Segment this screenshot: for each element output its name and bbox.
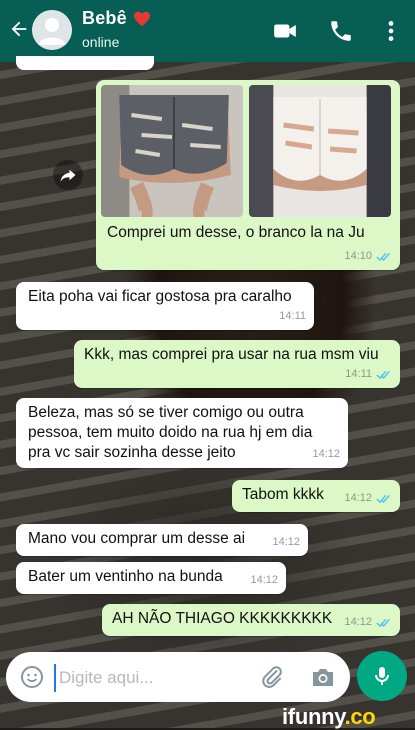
chat-header: Bebê online [0, 0, 415, 62]
more-menu-icon[interactable] [378, 18, 404, 44]
message-meta: 14:11 [345, 364, 392, 384]
message-meta: 14:12 [344, 488, 392, 508]
read-ticks-icon [376, 618, 390, 627]
message-text: Mano vou comprar um desse ai [28, 530, 246, 547]
message-text: Eita poha vai ficar gostosa pra caralho [28, 288, 292, 305]
attach-icon[interactable] [260, 665, 284, 689]
message-input[interactable] [54, 664, 251, 692]
message-bubble-incoming[interactable]: Mano vou comprar um desse ai 14:12 [16, 524, 308, 556]
message-text: Bater um ventinho na bunda [28, 568, 223, 585]
message-time: 14:12 [312, 448, 340, 460]
message-time: 14:10 [344, 250, 372, 262]
image-caption: Comprei um desse, o branco la na Ju [107, 224, 365, 241]
message-meta: 14:10 [344, 246, 392, 266]
read-ticks-icon [376, 370, 390, 379]
message-time: 14:12 [250, 574, 278, 586]
message-time: 14:12 [344, 616, 372, 628]
message-text: Kkk, mas comprei pra usar na rua msm viu [84, 346, 379, 363]
forward-icon[interactable] [53, 160, 83, 190]
message-bubble-incoming[interactable]: Bater um ventinho na bunda 14:12 [16, 562, 286, 594]
mic-button[interactable] [357, 651, 407, 701]
read-ticks-icon [376, 252, 390, 261]
image-pair[interactable] [101, 85, 391, 217]
message-composer [6, 652, 350, 702]
message-meta: 14:12 [312, 444, 340, 464]
message-bubble-incoming[interactable]: Beleza, mas só se tiver comigo ou outra … [16, 398, 348, 468]
message-bubble-image[interactable]: Comprei um desse, o branco la na Ju 14:1… [96, 80, 400, 270]
message-meta: 14:11 [279, 306, 306, 326]
emoji-icon[interactable] [20, 665, 44, 689]
message-bubble-outgoing[interactable]: AH NÃO THIAGO KKKKKKKKK 14:12 [102, 604, 400, 636]
contact-name-text: Bebê [82, 8, 127, 28]
back-arrow-icon[interactable] [8, 18, 30, 40]
watermark-suffix: .co [344, 704, 376, 729]
heart-icon [133, 11, 150, 27]
camera-icon[interactable] [310, 665, 336, 689]
watermark-brand: ifunny [282, 704, 345, 729]
denim-shorts-photo[interactable] [101, 85, 243, 217]
message-bubble-incoming[interactable]: Eita poha vai ficar gostosa pra caralho … [16, 282, 314, 330]
previous-message-stub [16, 56, 154, 70]
message-time: 14:12 [272, 536, 300, 548]
message-text: Beleza, mas só se tiver comigo ou outra … [28, 404, 313, 461]
message-time: 14:11 [345, 368, 372, 380]
mic-icon [375, 667, 389, 685]
message-text: AH NÃO THIAGO KKKKKKKKK [112, 610, 333, 627]
video-call-icon[interactable] [272, 18, 298, 44]
message-bubble-outgoing[interactable]: Kkk, mas comprei pra usar na rua msm viu… [74, 340, 400, 388]
message-time: 14:11 [279, 310, 306, 322]
message-meta: 14:12 [272, 532, 300, 552]
phone-call-icon[interactable] [328, 18, 354, 44]
ifunny-watermark: ifunny.co [282, 704, 376, 730]
avatar[interactable] [32, 10, 72, 50]
white-shorts-photo[interactable] [249, 85, 391, 217]
message-bubble-outgoing[interactable]: Tabom kkkk 14:12 [232, 480, 400, 512]
contact-status: online [82, 34, 120, 50]
message-time: 14:12 [344, 492, 372, 504]
contact-name[interactable]: Bebê [82, 8, 151, 29]
message-text: Tabom kkkk [242, 486, 324, 503]
read-ticks-icon [376, 494, 390, 503]
message-meta: 14:12 [250, 570, 278, 590]
message-meta: 14:12 [344, 612, 392, 632]
